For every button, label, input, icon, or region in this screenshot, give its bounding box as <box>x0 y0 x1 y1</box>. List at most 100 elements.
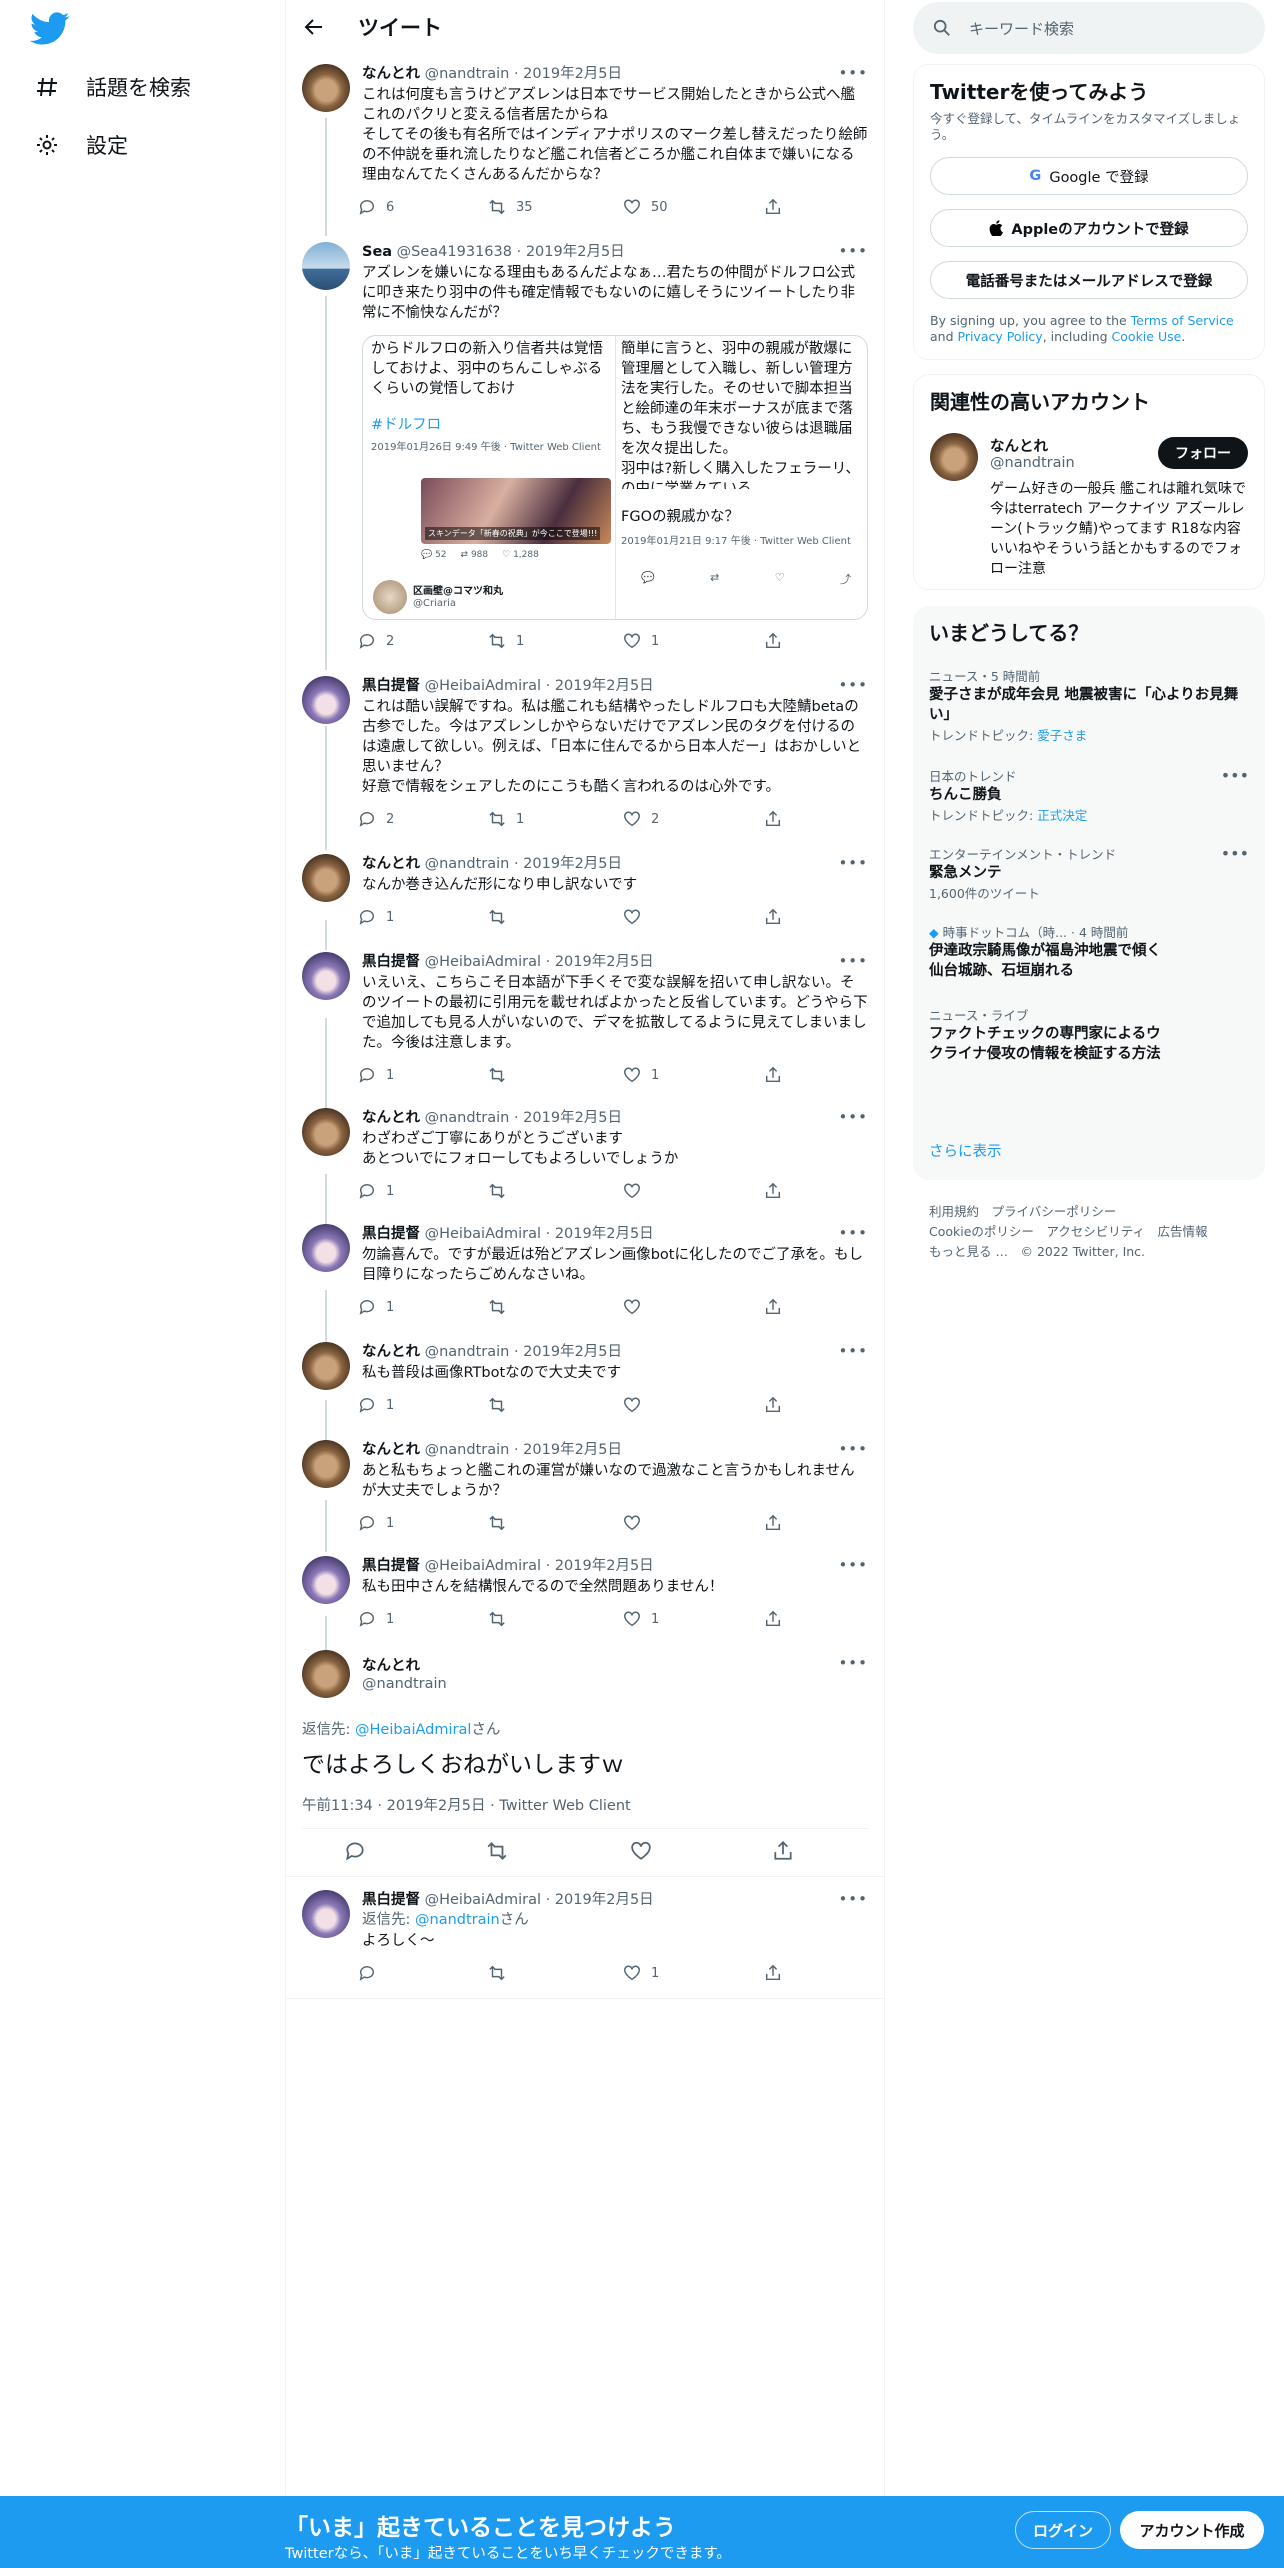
more-icon[interactable]: ••• <box>838 1556 868 1574</box>
tweet-date[interactable]: 2019年2月5日 <box>555 1558 654 1574</box>
like-button[interactable]: 1 <box>623 1066 659 1084</box>
show-more-link[interactable]: さらに表示 <box>929 1140 1002 1161</box>
user-handle[interactable]: @nandtrain <box>425 66 510 82</box>
more-icon[interactable]: ••• <box>1221 844 1249 863</box>
like-button[interactable] <box>623 1298 651 1316</box>
footer-line[interactable]: もっと見る … © 2022 Twitter, Inc. <box>929 1242 1265 1262</box>
user-name[interactable]: なんとれ <box>362 1344 420 1360</box>
tweet-date[interactable]: 2019年2月5日 <box>555 1892 654 1908</box>
retweet-button[interactable] <box>488 1396 516 1414</box>
tweet-date[interactable]: 2019年2月5日 <box>523 66 622 82</box>
follow-button[interactable]: フォロー <box>1158 437 1248 469</box>
relevant-user-handle[interactable]: @nandtrain <box>990 455 1075 471</box>
share-button[interactable] <box>764 1964 782 1982</box>
more-icon[interactable]: ••• <box>838 1440 868 1458</box>
reply-button[interactable]: 2 <box>358 632 394 650</box>
retweet-button[interactable] <box>488 1514 516 1532</box>
tweet-date[interactable]: 2019年2月5日 <box>523 1344 622 1360</box>
tweet-date[interactable]: 2019年2月5日 <box>555 678 654 694</box>
login-button[interactable]: ログイン <box>1015 2511 1111 2549</box>
user-name[interactable]: なんとれ <box>362 856 420 872</box>
nav-explore[interactable]: 話題を検索 <box>34 72 191 102</box>
tweet-image[interactable]: からドルフロの新入り信者共は覚悟しておけよ、羽中のちんこしゃぶるくらいの覚悟して… <box>362 335 868 620</box>
avatar[interactable] <box>302 242 350 290</box>
like-button[interactable]: 2 <box>623 810 659 828</box>
reply-button[interactable]: 2 <box>358 810 394 828</box>
avatar[interactable] <box>302 952 350 1000</box>
like-button[interactable]: 1 <box>623 632 659 650</box>
share-button[interactable] <box>764 1396 782 1414</box>
reply-button[interactable]: 1 <box>358 1396 394 1414</box>
retweet-button[interactable]: 1 <box>488 810 524 828</box>
tweet-date[interactable]: 2019年2月5日 <box>526 244 625 260</box>
reply-button[interactable]: 1 <box>358 1066 394 1084</box>
avatar[interactable] <box>302 854 350 902</box>
reply-button[interactable]: 1 <box>358 908 394 926</box>
reply-to-link[interactable]: @nandtrain <box>415 1912 500 1928</box>
share-button[interactable] <box>764 908 782 926</box>
trend-item[interactable]: 日本のトレンド ちんこ勝負 トレンドトピック: 正式決定 ••• <box>929 766 1249 824</box>
footer-line[interactable]: Cookieのポリシー アクセシビリティ 広告情報 <box>929 1222 1265 1242</box>
cookie-link[interactable]: Cookie Use <box>1112 329 1182 344</box>
user-handle[interactable]: @Sea41931638 <box>397 244 512 260</box>
retweet-button[interactable] <box>488 1298 516 1316</box>
like-button[interactable]: 1 <box>623 1964 659 1982</box>
user-name[interactable]: 黒白提督 <box>362 1558 420 1574</box>
like-button[interactable] <box>623 1396 651 1414</box>
retweet-button[interactable] <box>488 908 516 926</box>
more-icon[interactable]: ••• <box>838 1654 868 1672</box>
like-button[interactable] <box>623 1182 651 1200</box>
user-handle[interactable]: @HeibaiAdmiral <box>425 1226 541 1242</box>
user-handle[interactable]: @nandtrain <box>425 1110 510 1126</box>
user-handle[interactable]: @nandtrain <box>425 1344 510 1360</box>
search-input[interactable]: キーワード検索 <box>969 18 1074 39</box>
reply-icon[interactable] <box>344 1840 366 1862</box>
signup-button[interactable]: アカウント作成 <box>1120 2511 1264 2549</box>
user-name[interactable]: なんとれ <box>362 1442 420 1458</box>
avatar[interactable] <box>302 676 350 724</box>
user-handle[interactable]: @nandtrain <box>425 856 510 872</box>
avatar[interactable] <box>302 1440 350 1488</box>
google-signup-button[interactable]: G Google で登録 <box>930 157 1248 195</box>
avatar[interactable] <box>302 1890 350 1938</box>
more-icon[interactable]: ••• <box>838 64 868 82</box>
retweet-icon[interactable] <box>486 1840 508 1862</box>
retweet-button[interactable] <box>488 1610 516 1628</box>
user-name[interactable]: 黒白提督 <box>362 678 420 694</box>
twitter-logo-icon[interactable] <box>30 12 70 46</box>
more-icon[interactable]: ••• <box>838 952 868 970</box>
like-button[interactable]: 1 <box>623 1610 659 1628</box>
retweet-button[interactable]: 1 <box>488 632 524 650</box>
share-button[interactable] <box>764 810 782 828</box>
reply-button[interactable]: 1 <box>358 1514 394 1532</box>
back-arrow-icon[interactable] <box>304 17 324 37</box>
avatar[interactable] <box>302 1342 350 1390</box>
privacy-link[interactable]: Privacy Policy <box>958 329 1043 344</box>
like-button[interactable]: 50 <box>623 198 668 216</box>
relevant-user-name[interactable]: なんとれ <box>990 435 1048 456</box>
avatar[interactable] <box>302 64 350 112</box>
user-name[interactable]: なんとれ <box>362 1654 420 1675</box>
tweet-date[interactable]: 2019年2月5日 <box>555 954 654 970</box>
user-handle[interactable]: @nandtrain <box>425 1442 510 1458</box>
footer-line[interactable]: 利用規約 プライバシーポリシー <box>929 1202 1265 1222</box>
user-handle[interactable]: @nandtrain <box>362 1676 447 1692</box>
avatar[interactable] <box>302 1108 350 1156</box>
reply-button[interactable]: 6 <box>358 198 394 216</box>
user-handle[interactable]: @HeibaiAdmiral <box>425 1892 541 1908</box>
tweet-date[interactable]: 2019年2月5日 <box>523 1110 622 1126</box>
share-icon[interactable] <box>772 1840 794 1862</box>
phone-signup-button[interactable]: 電話番号またはメールアドレスで登録 <box>930 261 1248 299</box>
reply-button[interactable]: 1 <box>358 1610 394 1628</box>
trend-topic-link[interactable]: 正式決定 <box>1037 808 1087 823</box>
retweet-button[interactable] <box>488 1964 506 1982</box>
user-name[interactable]: 黒白提督 <box>362 954 420 970</box>
avatar[interactable] <box>302 1224 350 1272</box>
heart-icon[interactable] <box>630 1840 652 1862</box>
terms-link[interactable]: Terms of Service <box>1131 313 1234 328</box>
reply-to-link[interactable]: @HeibaiAdmiral <box>355 1722 471 1738</box>
more-icon[interactable]: ••• <box>838 242 868 260</box>
more-icon[interactable]: ••• <box>838 1342 868 1360</box>
trend-topic-link[interactable]: 愛子さま <box>1037 728 1087 743</box>
user-handle[interactable]: @HeibaiAdmiral <box>425 1558 541 1574</box>
